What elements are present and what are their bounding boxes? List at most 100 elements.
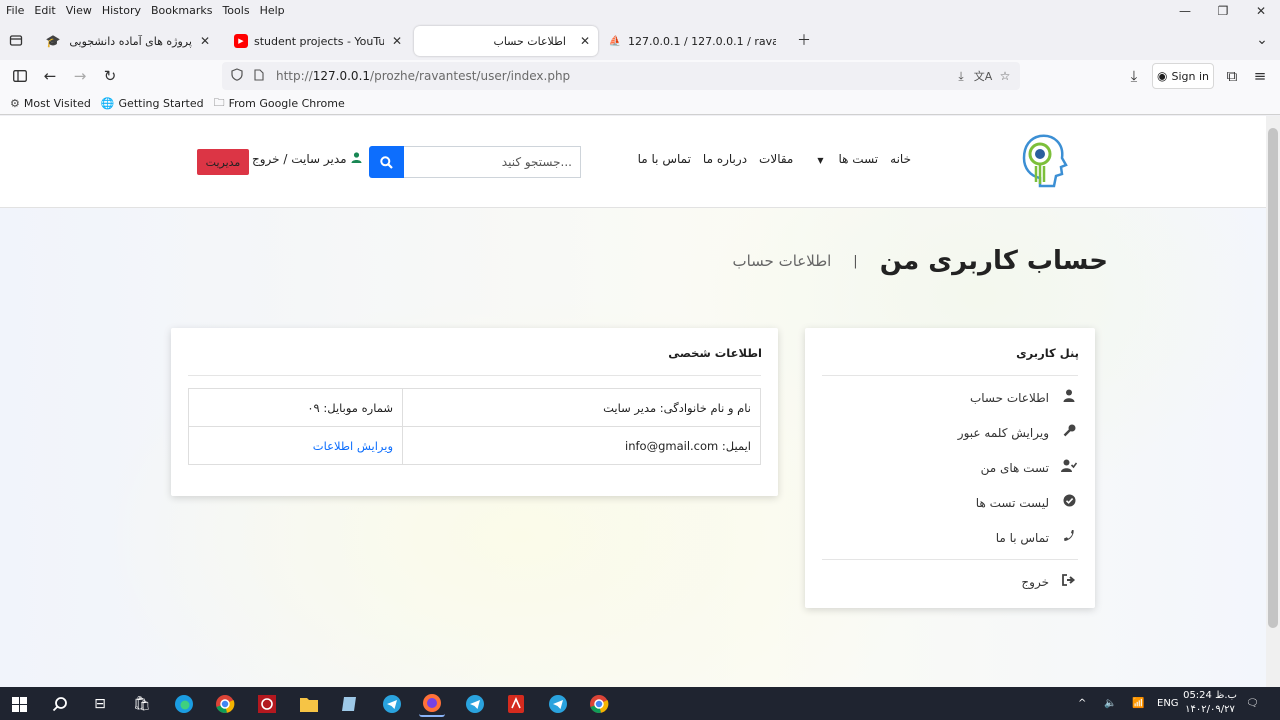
telegram-icon[interactable] bbox=[379, 691, 405, 717]
page-title: حساب کاربری من bbox=[879, 246, 1108, 276]
panel-item-edit-password[interactable]: ویرایش کلمه عبور bbox=[958, 424, 1079, 441]
store-icon[interactable]: 🛍 bbox=[129, 691, 155, 717]
bookmark-getting-started[interactable]: 🌐 Getting Started bbox=[101, 97, 204, 110]
nav-home[interactable]: خانه bbox=[890, 152, 911, 166]
menu-history[interactable]: History bbox=[97, 4, 146, 17]
scrollbar-thumb[interactable] bbox=[1268, 128, 1278, 628]
menu-view[interactable]: View bbox=[61, 4, 97, 17]
nav-contact[interactable]: تماس با ما bbox=[638, 152, 691, 166]
search-button[interactable] bbox=[369, 146, 404, 178]
back-button[interactable]: ← bbox=[36, 64, 64, 88]
close-window-button[interactable]: ✕ bbox=[1242, 0, 1280, 20]
volume-icon[interactable]: 🔈 bbox=[1104, 687, 1116, 720]
acrobat-icon[interactable] bbox=[503, 691, 529, 717]
url-text[interactable]: http://127.0.0.1/prozhe/ravantest/user/i… bbox=[276, 69, 950, 83]
panel-item-test-list[interactable]: لیست تست ها bbox=[976, 494, 1079, 511]
menu-edit[interactable]: Edit bbox=[29, 4, 60, 17]
url-path: /prozhe/ravantest/user/index.php bbox=[370, 69, 571, 83]
downloads-icon[interactable]: ⤓ bbox=[1120, 64, 1148, 88]
chevron-down-icon[interactable]: ⌄ bbox=[1246, 22, 1278, 58]
close-tab-icon[interactable]: ✕ bbox=[580, 34, 590, 48]
tab-youtube[interactable]: ▶ student projects - YouTube ✕ bbox=[226, 26, 410, 56]
tab-student-projects[interactable]: 🎓 پروژه های آماده دانشجویی | دانلو ✕ bbox=[38, 26, 218, 56]
bookmark-from-google-chrome[interactable]: 🗀 From Google Chrome bbox=[214, 94, 345, 113]
sidebar-toggle-icon[interactable] bbox=[6, 64, 34, 88]
key-icon bbox=[1059, 424, 1079, 441]
nav-articles[interactable]: مقالات bbox=[759, 152, 793, 166]
download-page-icon[interactable]: ⤓ bbox=[950, 69, 972, 84]
mobile-cell: شماره موبایل: ۰۹ bbox=[188, 388, 403, 427]
email-cell: ایمیل: info@gmail.com bbox=[402, 426, 761, 465]
personal-info-card: اطلاعات شخصی نام و نام خانوادگی: مدیر سا… bbox=[171, 328, 778, 496]
task-view-icon[interactable]: ⊟ bbox=[87, 691, 113, 717]
firefox-icon[interactable] bbox=[419, 691, 445, 717]
hamburger-menu-icon[interactable]: ≡ bbox=[1246, 64, 1274, 88]
sign-out-icon bbox=[1059, 574, 1079, 590]
user-link[interactable]: مدیر سایت / خروج bbox=[252, 152, 362, 166]
globe-icon: 🌐 bbox=[100, 96, 115, 110]
panel-item-contact[interactable]: تماس با ما bbox=[996, 529, 1079, 546]
telegram-icon[interactable] bbox=[545, 691, 571, 717]
panel-item-my-tests[interactable]: تست های من bbox=[981, 459, 1079, 476]
language-indicator[interactable]: ENG bbox=[1157, 687, 1179, 720]
star-icon[interactable]: ☆ bbox=[994, 69, 1016, 83]
new-tab-button[interactable]: ＋ bbox=[788, 22, 820, 58]
telegram-icon[interactable] bbox=[462, 691, 488, 717]
panel-item-account-info[interactable]: اطلاعات حساب bbox=[970, 389, 1079, 406]
clock-date: ۱۴۰۲/۰۹/۲۷ bbox=[1185, 704, 1235, 715]
site-logo[interactable] bbox=[1018, 132, 1070, 190]
chrome-icon[interactable] bbox=[212, 691, 238, 717]
shield-icon[interactable] bbox=[226, 68, 248, 84]
forward-button[interactable]: → bbox=[66, 64, 94, 88]
tab-title: 127.0.0.1 / 127.0.0.1 / ravantest bbox=[628, 34, 776, 48]
panel-item-logout[interactable]: خروج bbox=[1021, 574, 1079, 590]
windows-start-icon[interactable] bbox=[6, 691, 32, 717]
menu-file[interactable]: File bbox=[0, 4, 29, 17]
notifications-icon[interactable]: 🗨 bbox=[1246, 687, 1259, 720]
url-prefix: http:// bbox=[276, 69, 313, 83]
divider bbox=[822, 559, 1078, 560]
extensions-icon[interactable]: ⧉ bbox=[1218, 64, 1246, 88]
clock[interactable]: 05:24 ب.ظ ۱۴۰۲/۰۹/۲۷ bbox=[1180, 689, 1240, 717]
user-link-label: مدیر سایت / خروج bbox=[252, 152, 347, 166]
search-icon[interactable] bbox=[47, 691, 73, 717]
tab-account-info[interactable]: اطلاعات حساب ✕ bbox=[414, 26, 598, 56]
close-tab-icon[interactable]: ✕ bbox=[200, 34, 210, 48]
tab-title: student projects - YouTube bbox=[254, 34, 384, 48]
nav-tests[interactable]: تست ها ▼ bbox=[805, 152, 878, 166]
menu-tools[interactable]: Tools bbox=[217, 4, 254, 17]
title-area: حساب کاربری من | اطلاعات حساب bbox=[732, 246, 1108, 276]
bookmark-label: Getting Started bbox=[118, 96, 204, 110]
menu-help[interactable]: Help bbox=[255, 4, 290, 17]
page-scrollbar[interactable] bbox=[1266, 116, 1280, 687]
sign-in-button[interactable]: ◉ Sign in bbox=[1152, 63, 1214, 89]
table-row: نام و نام خانوادگی: مدیر سایت شماره موبا… bbox=[188, 388, 761, 427]
maximize-button[interactable]: ❐ bbox=[1204, 0, 1242, 20]
nav-about[interactable]: درباره ما bbox=[703, 152, 747, 166]
edit-info-link[interactable]: ویرایش اطلاعات bbox=[313, 439, 393, 453]
tab-list-icon[interactable] bbox=[0, 22, 32, 58]
search-input[interactable] bbox=[404, 146, 581, 178]
bookmark-most-visited[interactable]: ⚙ Most Visited bbox=[10, 97, 91, 110]
app-icon[interactable] bbox=[254, 691, 280, 717]
minimize-button[interactable]: — bbox=[1166, 0, 1204, 20]
edge-icon[interactable] bbox=[171, 691, 197, 717]
tray-chevron-up-icon[interactable]: ^ bbox=[1078, 687, 1086, 720]
sign-in-label: Sign in bbox=[1171, 69, 1209, 83]
name-cell: نام و نام خانوادگی: مدیر سایت bbox=[402, 388, 761, 427]
translate-icon[interactable]: 文A bbox=[972, 68, 994, 84]
tab-bar: 🎓 پروژه های آماده دانشجویی | دانلو ✕ ▶ s… bbox=[0, 22, 1280, 58]
notes-icon[interactable] bbox=[337, 691, 363, 717]
chrome-icon[interactable] bbox=[586, 691, 612, 717]
admin-button[interactable]: مدیریت bbox=[197, 149, 249, 175]
tab-phpmyadmin[interactable]: ⛵ 127.0.0.1 / 127.0.0.1 / ravantest bbox=[600, 26, 784, 56]
url-bar[interactable]: http://127.0.0.1/prozhe/ravantest/user/i… bbox=[222, 62, 1020, 90]
file-explorer-icon[interactable] bbox=[296, 691, 322, 717]
nav-tests-label: تست ها bbox=[838, 152, 879, 166]
reload-button[interactable]: ↻ bbox=[96, 64, 124, 88]
panel-item-label: تماس با ما bbox=[995, 530, 1049, 545]
network-icon[interactable]: 📶 bbox=[1132, 687, 1144, 720]
menu-bookmarks[interactable]: Bookmarks bbox=[146, 4, 217, 17]
window-controls: — ❐ ✕ bbox=[1166, 0, 1280, 20]
close-tab-icon[interactable]: ✕ bbox=[392, 34, 402, 48]
